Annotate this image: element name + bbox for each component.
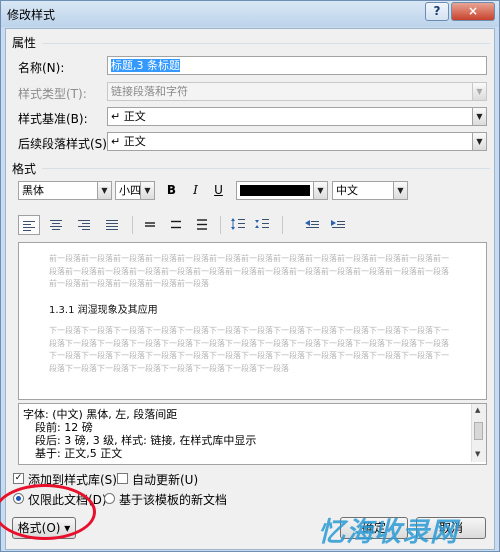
line-spacing-icon <box>145 222 155 227</box>
align-right-icon <box>78 220 90 230</box>
scroll-down-icon[interactable]: ▼ <box>475 450 480 458</box>
section-divider <box>42 43 490 44</box>
dialog-content: 属性 名称(N): 标题,3 条标题 样式类型(T): 链接段落和字符 ▼ 样式基… <box>5 28 495 550</box>
one-half-spacing-button[interactable] <box>166 215 188 235</box>
chevron-down-icon[interactable]: ▼ <box>472 133 486 150</box>
toolbar-separator <box>282 216 283 234</box>
chevron-down-icon[interactable]: ▼ <box>393 182 407 199</box>
new-documents-label: 基于该模板的新文档 <box>119 493 228 507</box>
align-left-button[interactable] <box>18 215 40 235</box>
modify-style-dialog: 修改样式 ? × 属性 名称(N): 标题,3 条标题 样式类型(T): 链接段… <box>0 0 500 552</box>
following-style-select[interactable]: ↵ 正文 ▼ <box>107 132 487 151</box>
help-button[interactable]: ? <box>425 2 449 21</box>
font-value: 黑体 <box>22 184 44 197</box>
add-to-gallery-label: 添加到样式库(S) <box>28 473 117 487</box>
name-input[interactable]: 标题,3 条标题 <box>107 56 487 75</box>
chevron-down-icon[interactable]: ▼ <box>313 182 327 199</box>
single-spacing-button[interactable] <box>140 215 162 235</box>
description-scrollbar[interactable]: ▲ ▼ <box>471 404 486 462</box>
language-select[interactable]: 中文 ▼ <box>332 181 408 200</box>
watermark-logo: 忆海收录网 <box>318 517 458 548</box>
scroll-up-icon[interactable]: ▲ <box>475 406 480 414</box>
based-on-select[interactable]: ↵ 正文 ▼ <box>107 107 487 126</box>
preview-next-paragraph: 下一段落下一段落下一段落下一段落下一段落下一段落下一段落下一段落下一段落下一段落… <box>49 326 449 373</box>
bold-button[interactable]: B <box>162 181 181 200</box>
align-center-icon <box>50 220 62 230</box>
preview-previous-paragraph: 前一段落前一段落前一段落前一段落前一段落前一段落前一段落前一段落前一段落前一段落… <box>49 254 449 288</box>
this-document-only-label: 仅限此文档(D) <box>28 493 107 507</box>
checkmark-icon: ✓ <box>14 473 23 483</box>
paragraph-spacing-icon <box>255 219 269 228</box>
decrease-spacing-button[interactable] <box>252 215 274 235</box>
dialog-title: 修改样式 <box>7 8 56 22</box>
font-color-swatch <box>240 185 310 196</box>
language-value: 中文 <box>336 184 358 197</box>
close-button[interactable]: × <box>451 2 495 21</box>
based-on-value: ↵ 正文 <box>111 110 146 123</box>
font-size-value: 小四 <box>119 184 141 197</box>
toolbar-separator <box>220 216 221 234</box>
name-value: 标题,3 条标题 <box>111 59 180 72</box>
style-preview-pane: 前一段落前一段落前一段落前一段落前一段落前一段落前一段落前一段落前一段落前一段落… <box>18 242 487 400</box>
title-bar: 修改样式 ? × <box>1 1 499 27</box>
chevron-down-icon[interactable]: ▼ <box>140 182 154 199</box>
chevron-down-icon[interactable]: ▼ <box>97 182 111 199</box>
section-divider <box>42 168 490 169</box>
based-on-label: 样式基准(B): <box>18 112 88 126</box>
align-left-icon <box>23 221 35 231</box>
line-spacing-icon <box>197 219 207 230</box>
font-color-select[interactable]: ▼ <box>236 181 328 200</box>
underline-button[interactable]: U <box>209 181 228 200</box>
properties-section-label: 属性 <box>12 36 37 50</box>
increase-spacing-button[interactable] <box>228 215 250 235</box>
increase-indent-button[interactable] <box>328 215 350 235</box>
chevron-down-icon[interactable]: ▼ <box>472 108 486 125</box>
this-document-only-radio[interactable] <box>13 493 24 504</box>
following-style-label: 后续段落样式(S): <box>18 137 112 151</box>
auto-update-checkbox[interactable] <box>117 473 128 484</box>
font-select[interactable]: 黑体 ▼ <box>18 181 112 200</box>
toolbar-separator <box>132 216 133 234</box>
description-line: 基于: 正文,5 正文 <box>35 447 123 460</box>
auto-update-label: 自动更新(U) <box>132 473 199 487</box>
double-spacing-button[interactable] <box>192 215 214 235</box>
style-type-label: 样式类型(T): <box>18 87 87 101</box>
following-style-value: ↵ 正文 <box>111 135 146 148</box>
format-section-label: 格式 <box>12 162 37 176</box>
indent-icon <box>331 220 345 228</box>
format-menu-button[interactable]: 格式(O) ▾ <box>12 517 76 539</box>
chevron-down-icon: ▼ <box>472 83 486 100</box>
align-right-button[interactable] <box>74 215 96 235</box>
style-description: 字体: (中文) 黑体, 左, 段落间距 段前: 12 磅 段后: 3 磅, 3… <box>18 403 487 465</box>
align-center-button[interactable] <box>46 215 68 235</box>
add-to-gallery-checkbox[interactable]: ✓ <box>13 473 24 484</box>
italic-button[interactable]: I <box>186 181 205 200</box>
justify-button[interactable] <box>102 215 124 235</box>
scroll-thumb[interactable] <box>474 422 483 440</box>
paragraph-spacing-icon <box>231 218 245 230</box>
style-type-select: 链接段落和字符 ▼ <box>107 82 487 101</box>
outdent-icon <box>305 220 319 228</box>
name-label: 名称(N): <box>18 61 65 75</box>
style-type-value: 链接段落和字符 <box>111 85 188 98</box>
font-size-select[interactable]: 小四 ▼ <box>115 181 155 200</box>
preview-heading: 1.3.1 润湿现象及其应用 <box>49 305 158 316</box>
new-documents-radio[interactable] <box>104 493 115 504</box>
line-spacing-icon <box>171 220 181 229</box>
decrease-indent-button[interactable] <box>302 215 324 235</box>
justify-icon <box>106 220 118 230</box>
